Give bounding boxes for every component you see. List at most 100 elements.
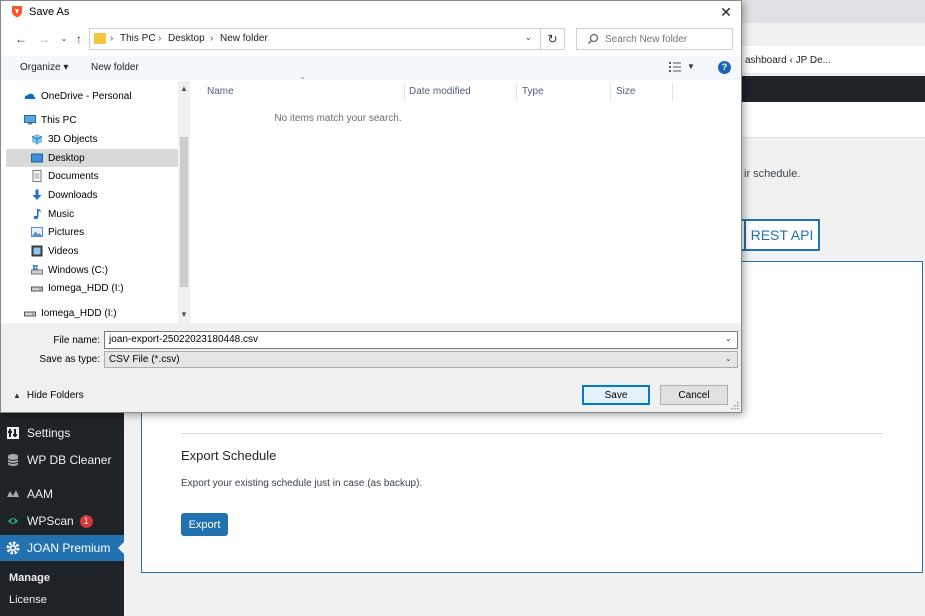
tab-rest-api[interactable]: REST API: [744, 219, 820, 251]
nav-item-label: 3D Objects: [48, 133, 98, 145]
column-header-date-modified[interactable]: Date modified: [405, 83, 517, 101]
sidebar-item-label: JOAN Premium: [27, 541, 111, 555]
wpscan-icon: [8, 518, 18, 524]
page-header-strip: [742, 102, 925, 138]
address-bar[interactable]: › This PC › Desktop › New folder ⌄: [89, 28, 541, 50]
breadcrumb-this-pc[interactable]: This PC: [120, 33, 156, 44]
sidebar-item-joan-premium[interactable]: JOAN Premium: [0, 535, 124, 561]
chevron-up-icon: ▲: [13, 391, 21, 400]
dialog-titlebar: Save As ✕: [1, 1, 741, 23]
scroll-down-icon[interactable]: ▼: [178, 309, 190, 321]
column-header-name[interactable]: Name: [191, 83, 405, 101]
sidebar-item-wpscan[interactable]: WPScan 1: [0, 508, 124, 534]
videos-icon: [31, 245, 43, 257]
save-as-type-label: Save as type:: [39, 354, 100, 365]
breadcrumb-desktop[interactable]: Desktop: [168, 33, 205, 44]
view-dropdown-icon[interactable]: ▼: [687, 62, 695, 71]
breadcrumb-separator-icon[interactable]: ›: [158, 33, 161, 44]
3d-objects-icon: [31, 134, 43, 145]
view-options-icon[interactable]: [669, 61, 681, 73]
sidebar-item-aam[interactable]: AAM: [0, 481, 124, 507]
column-header-type[interactable]: Type: [517, 83, 611, 101]
documents-icon: [32, 170, 42, 182]
brave-logo-icon: [12, 6, 22, 18]
breadcrumb-separator-icon[interactable]: ›: [110, 33, 113, 44]
downloads-icon: [32, 189, 42, 200]
scrollbar-thumb[interactable]: [180, 137, 188, 287]
nav-item-windows-c[interactable]: Windows (C:): [6, 261, 178, 279]
close-button[interactable]: ✕: [717, 3, 735, 21]
bookmark-item[interactable]: ashboard ‹ JP De...: [745, 55, 831, 66]
nav-item-3d-objects[interactable]: 3D Objects: [6, 130, 178, 148]
command-toolbar: Organize ▾ New folder: [1, 56, 741, 80]
onedrive-icon: [24, 93, 36, 99]
file-name-label: File name:: [53, 335, 100, 346]
nav-item-music[interactable]: Music: [6, 205, 178, 223]
nav-item-desktop[interactable]: Desktop: [6, 149, 178, 167]
dialog-title: Save As: [29, 6, 70, 18]
organize-button[interactable]: Organize ▾: [20, 62, 68, 73]
sidebar-item-settings[interactable]: Settings: [0, 420, 124, 446]
nav-item-downloads[interactable]: Downloads: [6, 186, 178, 204]
column-header-size[interactable]: Size: [611, 83, 673, 101]
submenu-item-license[interactable]: License: [9, 594, 47, 606]
sidebar-item-label: WPScan: [27, 514, 74, 528]
resize-grip-icon[interactable]: [731, 402, 739, 410]
export-button[interactable]: Export: [181, 513, 228, 536]
hide-folders-toggle[interactable]: ▲ Hide Folders: [13, 390, 84, 401]
drive-icon: [24, 311, 36, 317]
desktop-icon: [31, 153, 43, 163]
nav-item-onedrive[interactable]: OneDrive - Personal: [6, 87, 178, 105]
nav-item-label: Windows (C:): [48, 264, 109, 276]
help-icon[interactable]: ?: [718, 61, 731, 74]
save-as-type-dropdown-icon[interactable]: ⌄: [725, 354, 732, 363]
save-as-type-select[interactable]: CSV File (*.csv): [104, 351, 738, 368]
nav-item-label: Iomega_HDD (I:): [48, 282, 124, 294]
file-name-field[interactable]: joan-export-25022023180448.csv: [104, 331, 738, 349]
update-count-badge: 1: [79, 514, 93, 528]
nav-item-pictures[interactable]: Pictures: [6, 223, 178, 241]
nav-item-iomega-hdd-root[interactable]: Iomega_HDD (I:): [6, 304, 178, 322]
sidebar-item-label: Settings: [27, 426, 71, 440]
save-as-dialog: Save As ✕ ← → ⌄ ↑ › This PC › Desktop › …: [0, 0, 742, 413]
search-box[interactable]: [576, 28, 733, 50]
file-list: ⌃ Name Date modified Type Size No items …: [191, 76, 741, 323]
pictures-icon: [31, 227, 43, 237]
recent-locations-chevron-icon[interactable]: ⌄: [57, 31, 71, 47]
new-folder-button[interactable]: New folder: [91, 62, 139, 73]
music-icon: [33, 209, 41, 220]
submenu-item-manage[interactable]: Manage: [9, 572, 50, 584]
scroll-up-icon[interactable]: ▲: [178, 83, 190, 95]
address-dropdown-icon[interactable]: ⌄: [524, 32, 532, 43]
breadcrumb-separator-icon[interactable]: ›: [210, 33, 213, 44]
refresh-button[interactable]: ↻: [541, 28, 565, 50]
nav-item-label: Pictures: [48, 226, 85, 238]
nav-item-iomega-hdd[interactable]: Iomega_HDD (I:): [6, 279, 178, 297]
save-button[interactable]: Save: [582, 385, 650, 405]
back-arrow-icon[interactable]: ←: [14, 31, 28, 47]
file-name-dropdown-icon[interactable]: ⌄: [725, 334, 732, 343]
forward-arrow-icon[interactable]: →: [37, 31, 51, 47]
sidebar-item-label: WP DB Cleaner: [27, 453, 112, 467]
up-arrow-icon[interactable]: ↑: [72, 31, 86, 47]
drive-c-icon: [31, 265, 43, 275]
nav-item-label: Downloads: [48, 189, 98, 201]
sidebar-item-wp-db-cleaner[interactable]: WP DB Cleaner: [0, 447, 124, 473]
nav-item-label: Videos: [48, 245, 79, 257]
aam-icon: [7, 490, 19, 497]
search-input[interactable]: [605, 32, 725, 47]
drive-icon: [31, 286, 43, 292]
database-icon: [7, 454, 19, 466]
breadcrumb-new-folder[interactable]: New folder: [220, 33, 268, 44]
sidebar-item-label: AAM: [27, 487, 54, 501]
nav-item-documents[interactable]: Documents: [6, 167, 178, 185]
nav-item-label: Desktop: [48, 152, 85, 164]
nav-item-label: Documents: [48, 170, 99, 182]
section-divider: [181, 433, 883, 434]
gear-icon: [6, 541, 20, 555]
cancel-button[interactable]: Cancel: [660, 385, 728, 405]
hide-folders-label: Hide Folders: [26, 390, 84, 401]
schedule-description: ir schedule.: [744, 168, 801, 180]
nav-item-videos[interactable]: Videos: [6, 242, 178, 260]
nav-item-label: OneDrive - Personal: [41, 90, 132, 102]
